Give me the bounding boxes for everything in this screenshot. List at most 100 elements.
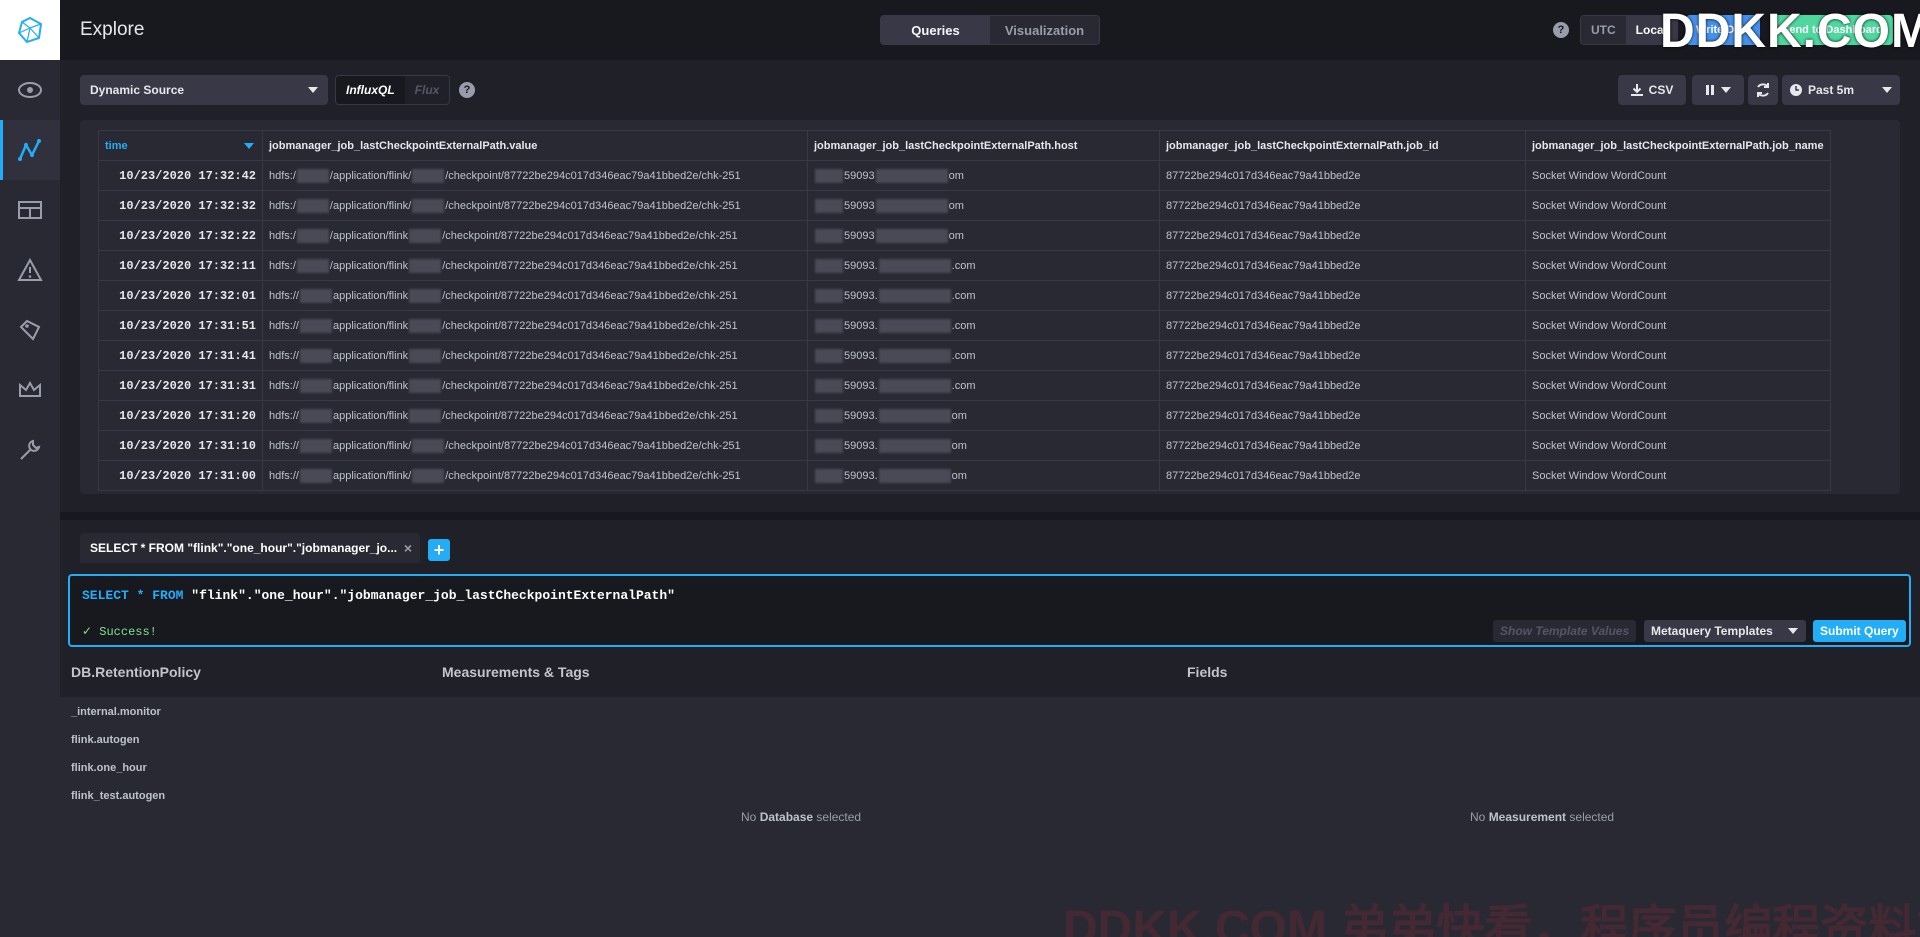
cell-text: /checkpoint/87722be294c017d346eac79a41bb… <box>442 409 738 422</box>
eye-icon <box>18 82 42 98</box>
redacted-block <box>878 258 951 273</box>
db-column-header: DB.RetentionPolicy <box>71 664 201 680</box>
cell-value: hdfs://application/flink//checkpoint/877… <box>262 160 808 191</box>
nav-status[interactable] <box>0 60 60 120</box>
redacted-block <box>299 348 332 363</box>
cell-job-id: 87722be294c017d346eac79a41bbed2e <box>1159 250 1526 281</box>
cell-job-name: Socket Window WordCount <box>1525 400 1831 431</box>
lang-influxql[interactable]: InfluxQL <box>336 76 405 104</box>
cell-time: 10/23/2020 17:32:01 <box>98 280 263 311</box>
cell-value: hdfs:// application/flink/checkpoint/8772… <box>262 340 808 371</box>
resize-handle[interactable] <box>60 512 1920 520</box>
query-text[interactable]: SELECT * FROM "flink"."one_hour"."jobman… <box>82 588 675 603</box>
autorefresh-dropdown[interactable] <box>1692 75 1744 105</box>
caret-down-icon <box>308 87 318 93</box>
download-icon <box>1630 84 1643 96</box>
cell-text: /checkpoint/87722be294c017d346eac79a41bb… <box>445 199 741 212</box>
show-template-values-button[interactable]: Show Template Values <box>1493 620 1637 642</box>
refresh-button[interactable] <box>1748 75 1778 105</box>
query-editor[interactable]: SELECT * FROM "flink"."one_hour"."jobman… <box>68 574 1911 647</box>
add-query-button[interactable]: + <box>428 539 450 561</box>
influx-logo[interactable] <box>0 0 60 60</box>
redacted-block <box>875 168 948 183</box>
tab-visualization[interactable]: Visualization <box>990 16 1099 44</box>
cell-job-name: Socket Window WordCount <box>1525 430 1831 461</box>
caret-down-icon <box>1788 628 1798 634</box>
redacted-block <box>815 168 843 183</box>
table-row: 10/23/2020 17:32:22 hdfs:/ /application/fl… <box>98 220 1831 251</box>
cell-job-name: Socket Window WordCount <box>1525 160 1831 191</box>
nav-explore[interactable] <box>0 120 60 180</box>
redacted-block <box>299 438 332 453</box>
metaquery-templates-dropdown[interactable]: Metaquery Templates <box>1644 620 1806 642</box>
cell-time: 10/23/2020 17:31:41 <box>98 340 263 371</box>
cell-host: 59093. .com <box>807 370 1160 401</box>
db-item[interactable]: flink.autogen <box>71 734 139 746</box>
fields-column-header: Fields <box>1187 664 1228 680</box>
nav-configuration[interactable] <box>0 420 60 480</box>
cell-job-id: 87722be294c017d346eac79a41bbed2e <box>1159 460 1526 491</box>
cell-host: 59093 om <box>807 160 1160 191</box>
redacted-block <box>878 348 951 363</box>
tz-utc[interactable]: UTC <box>1581 16 1626 44</box>
cell-job-id: 87722be294c017d346eac79a41bbed2e <box>1159 310 1526 341</box>
cell-text: application/flink <box>332 289 409 302</box>
nav-log-viewer[interactable] <box>0 300 60 360</box>
redacted-block <box>299 408 332 423</box>
cell-value: hdfs://application/flink//checkpoint/877… <box>262 430 808 461</box>
redacted-block <box>409 318 442 333</box>
cell-text: hdfs:/ <box>269 199 296 212</box>
cell-text: .com <box>951 289 976 302</box>
db-item[interactable]: flink.one_hour <box>71 762 147 774</box>
nav-dashboards[interactable] <box>0 180 60 240</box>
column-header-time[interactable]: time <box>98 130 263 161</box>
cell-text: /checkpoint/87722be294c017d346eac79a41bb… <box>445 439 741 452</box>
redacted-block <box>412 468 445 483</box>
redacted-block <box>875 198 948 213</box>
redacted-block <box>296 258 329 273</box>
cell-job-id: 87722be294c017d346eac79a41bbed2e <box>1159 400 1526 431</box>
column-header-job-name[interactable]: jobmanager_job_lastCheckpointExternalPat… <box>1525 130 1831 161</box>
time-range-dropdown[interactable]: Past 5m <box>1782 75 1900 105</box>
column-header-value[interactable]: jobmanager_job_lastCheckpointExternalPat… <box>262 130 808 161</box>
cell-job-id: 87722be294c017d346eac79a41bbed2e <box>1159 160 1526 191</box>
cell-value: hdfs:// application/flink/checkpoint/8772… <box>262 280 808 311</box>
table-row: 10/23/2020 17:32:32 hdfs:/ /application/fl… <box>98 190 1831 221</box>
tab-queries[interactable]: Queries <box>881 16 990 44</box>
cell-time: 10/23/2020 17:32:42 <box>98 160 263 191</box>
results-table-container[interactable]: time jobmanager_job_lastCheckpointExtern… <box>80 120 1900 494</box>
source-dropdown[interactable]: Dynamic Source <box>80 75 328 105</box>
db-item[interactable]: flink_test.autogen <box>71 790 165 802</box>
redacted-block <box>296 228 329 243</box>
msg-text: No <box>741 810 760 824</box>
redacted-block <box>299 318 332 333</box>
results-table: time jobmanager_job_lastCheckpointExtern… <box>98 130 1831 491</box>
column-header-host[interactable]: jobmanager_job_lastCheckpointExternalPat… <box>807 130 1160 161</box>
lang-flux[interactable]: Flux <box>405 76 450 104</box>
nav-alerts[interactable] <box>0 240 60 300</box>
help-icon[interactable]: ? <box>459 82 475 98</box>
cell-text: /checkpoint/87722be294c017d346eac79a41bb… <box>445 469 741 482</box>
cell-text: /checkpoint/87722be294c017d346eac79a41bb… <box>445 169 741 182</box>
cell-job-name: Socket Window WordCount <box>1525 280 1831 311</box>
table-row: 10/23/2020 17:31:20 hdfs:// application/fl… <box>98 400 1831 431</box>
db-item[interactable]: _internal.monitor <box>71 706 161 718</box>
csv-download-button[interactable]: CSV <box>1618 75 1686 105</box>
cell-text: 59093 <box>844 169 875 182</box>
table-row: 10/23/2020 17:32:42 hdfs:/ /application/fl… <box>98 160 1831 191</box>
cell-host: 59093. om <box>807 400 1160 431</box>
query-tab[interactable]: SELECT * FROM "flink"."one_hour"."jobman… <box>80 533 420 563</box>
no-measurement-message: No Measurement selected <box>1470 810 1614 824</box>
cell-text: 59093. <box>844 379 878 392</box>
help-icon[interactable]: ? <box>1553 22 1569 38</box>
cell-text: om <box>951 409 967 422</box>
redacted-block <box>815 438 843 453</box>
cell-text: om <box>948 199 964 212</box>
column-header-job-id[interactable]: jobmanager_job_lastCheckpointExternalPat… <box>1159 130 1526 161</box>
close-icon[interactable]: × <box>404 540 412 556</box>
redacted-block <box>412 438 445 453</box>
cell-text: /checkpoint/87722be294c017d346eac79a41bb… <box>442 349 738 362</box>
submit-query-button[interactable]: Submit Query <box>1813 620 1906 642</box>
nav-admin[interactable] <box>0 360 60 420</box>
cell-text: application/flink <box>332 379 409 392</box>
